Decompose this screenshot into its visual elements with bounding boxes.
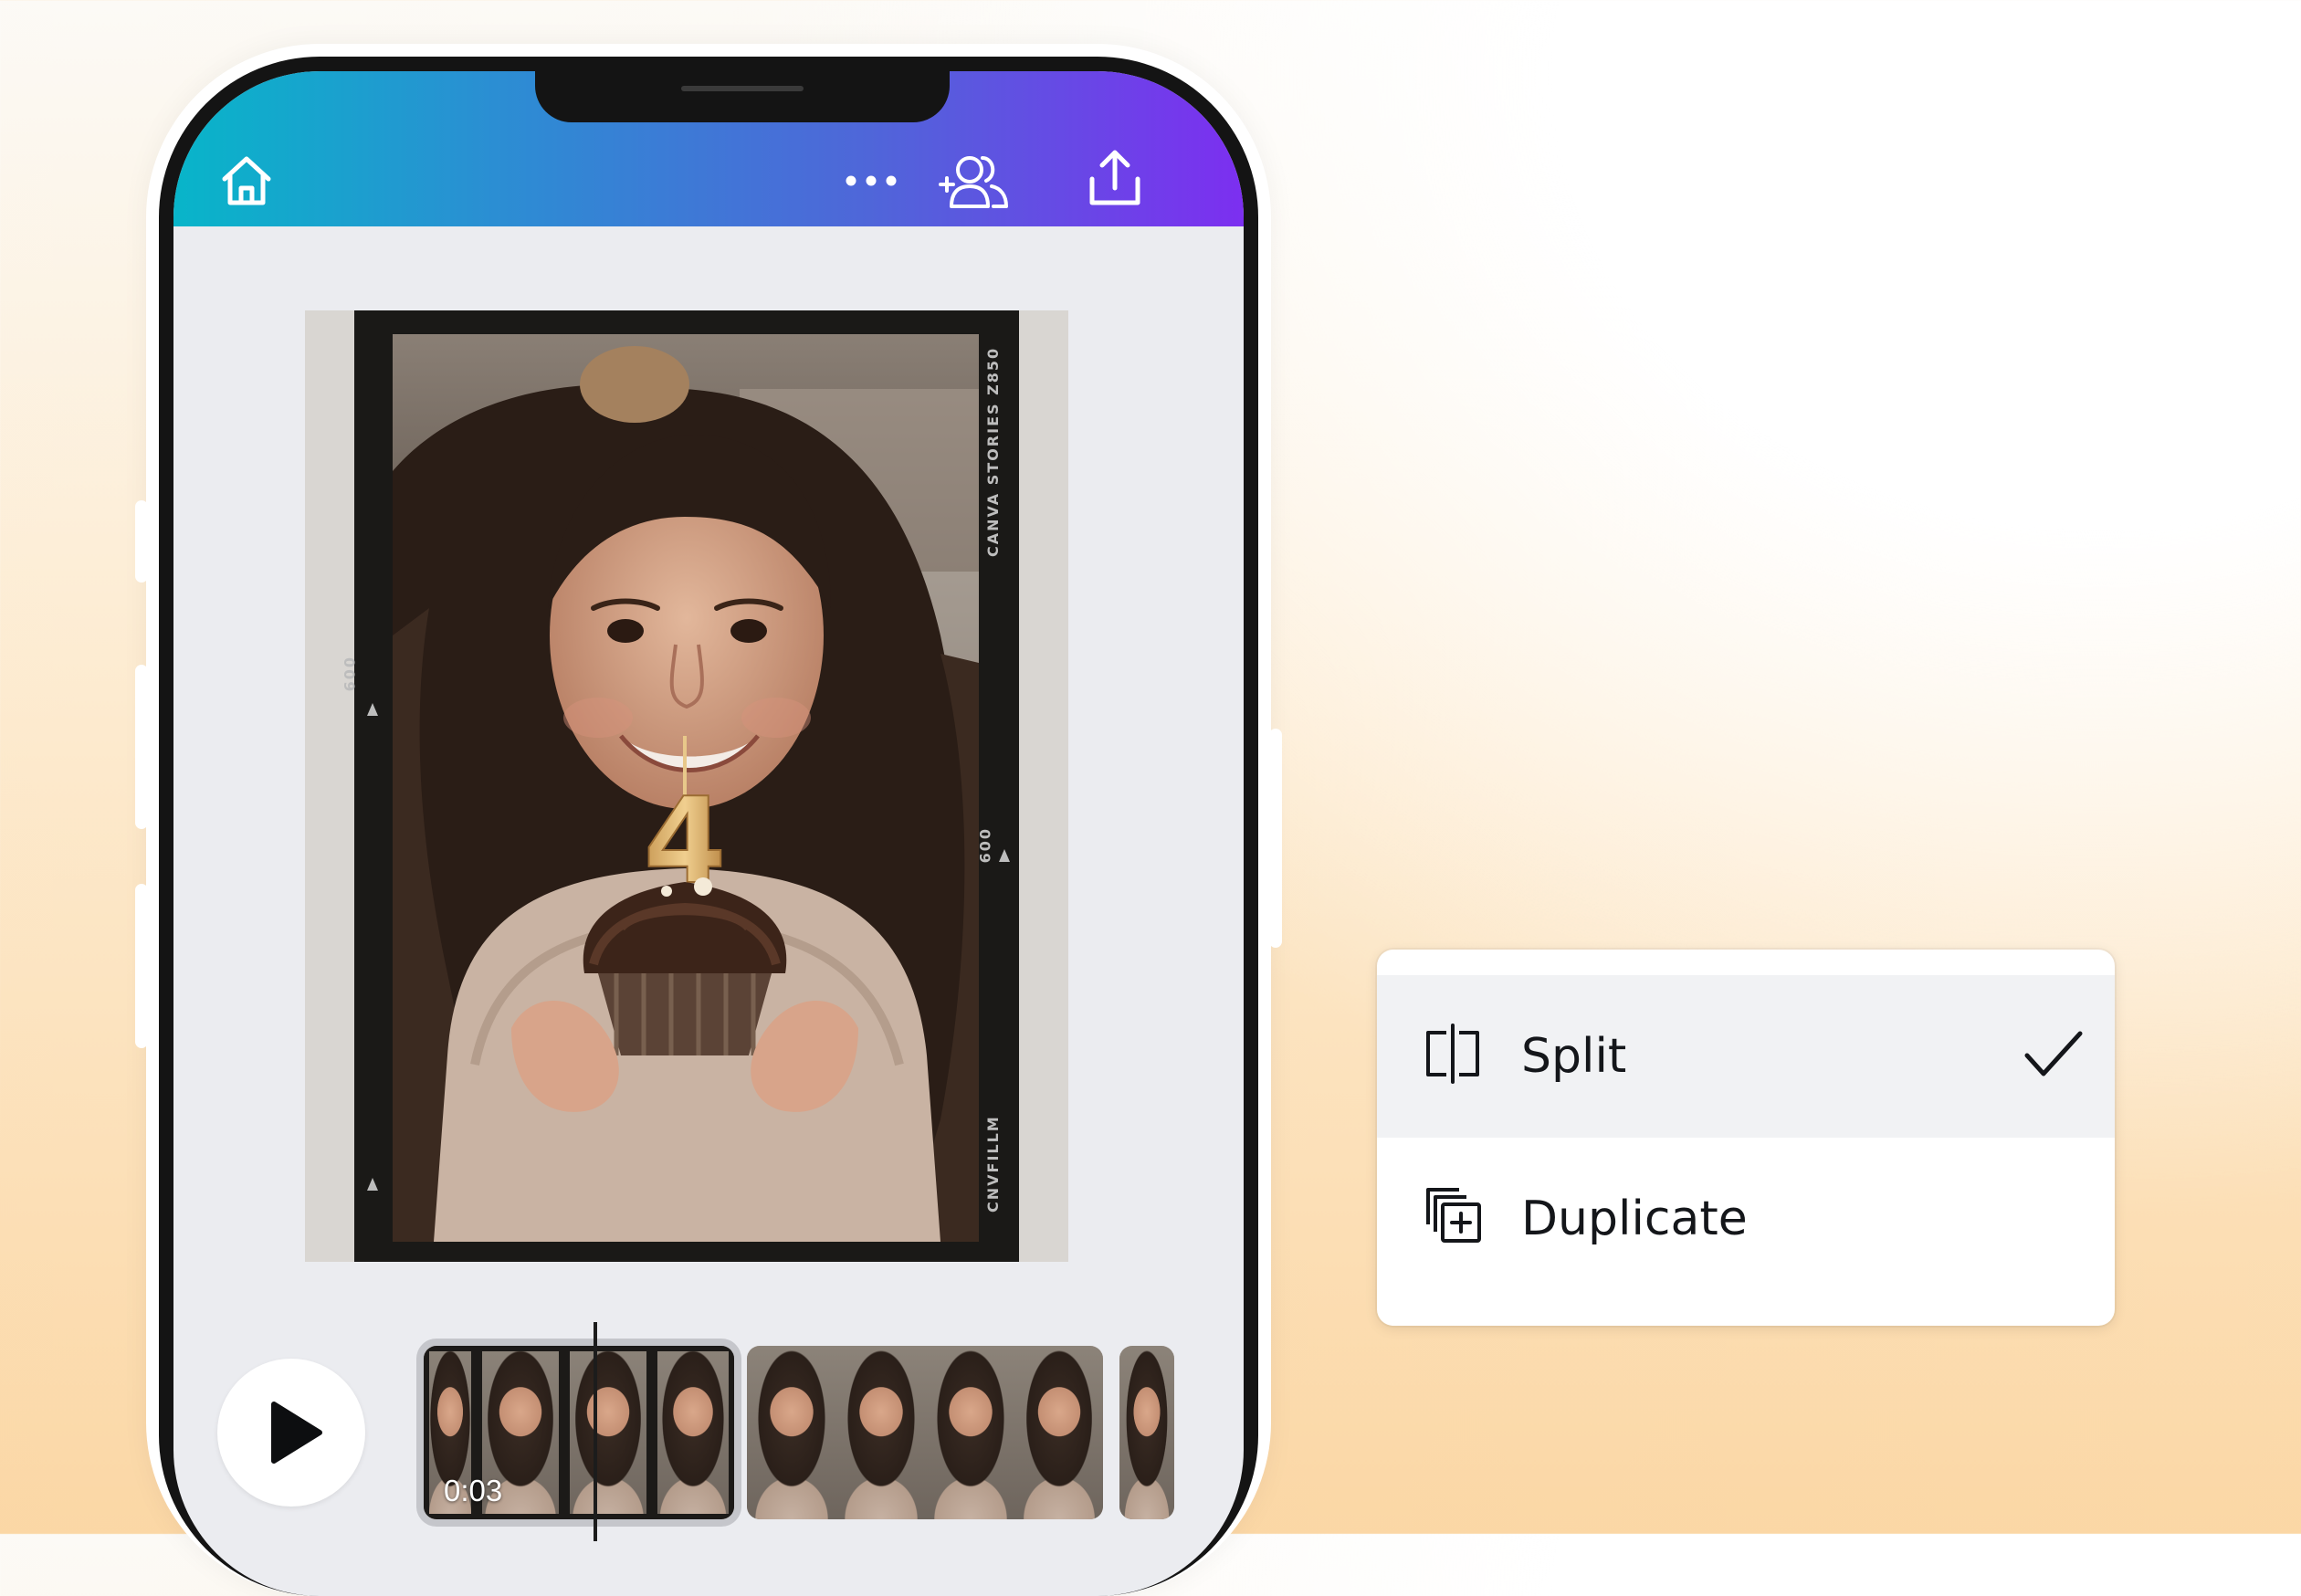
menu-item-split[interactable]: Split [1377,975,2115,1138]
clip-thumbnail [926,1346,1017,1519]
clip-thumbnail [652,1346,734,1519]
timeline-playhead[interactable] [594,1322,597,1541]
duplicate-icon [1423,1186,1483,1250]
phone-volume-up-button [135,665,148,829]
film-arrow-left-2 [367,1178,378,1191]
menu-item-duplicate[interactable]: Duplicate [1377,1138,2115,1300]
clip-context-menu: Split Duplicate [1377,950,2115,1326]
phone-side-button [135,500,148,583]
menu-item-label: Duplicate [1521,1192,1748,1246]
checkmark-icon [2023,1028,2084,1087]
clip-thumbnail [836,1346,928,1519]
play-icon [271,1402,322,1464]
phone-volume-down-button [135,884,148,1048]
clip-time-label: 0:03 [444,1474,503,1507]
phone-screen: 4 CANVA STORIES Z850 009 009 CNVFILLM 0:… [173,71,1244,1596]
film-side-text: CANVA STORIES Z850 [984,346,1002,557]
clip-thumbnail [564,1346,654,1519]
film-arrow-left-1 [367,703,378,716]
timeline-clip-selected[interactable]: 0:03 [424,1346,734,1519]
share-upload-icon[interactable] [1087,148,1143,212]
clip-thumbnail [747,1346,838,1519]
film-frame-number-right: 009 [976,829,993,866]
film-arrow-right [999,849,1010,862]
photo-illustration: 4 [393,334,979,1242]
home-icon[interactable] [219,153,274,212]
phone-mockup: 4 CANVA STORIES Z850 009 009 CNVFILLM 0:… [135,44,1282,1596]
menu-item-label: Split [1521,1029,1627,1084]
phone-power-button [1269,729,1282,948]
play-button[interactable] [217,1359,365,1507]
add-collaborator-icon[interactable] [939,150,1010,214]
design-canvas[interactable]: 4 CANVA STORIES Z850 009 009 CNVFILLM [305,310,1068,1262]
birthday-photo: 4 [393,334,979,1242]
phone-speaker [681,86,804,91]
film-frame-number-left: 009 [341,657,358,694]
phone-bezel: 4 CANVA STORIES Z850 009 009 CNVFILLM 0:… [159,57,1258,1596]
timeline-clip[interactable] [747,1346,1103,1519]
clip-thumbnail [1015,1346,1103,1519]
phone-notch [535,71,950,122]
timeline-clip[interactable] [1119,1346,1174,1519]
more-options-icon[interactable] [844,170,898,195]
clip-thumbnail [1119,1346,1174,1519]
film-brand-text: CNVFILLM [984,1115,1002,1213]
split-icon [1423,1024,1483,1087]
film-frame: 4 CANVA STORIES Z850 009 009 CNVFILLM [341,310,1019,1262]
